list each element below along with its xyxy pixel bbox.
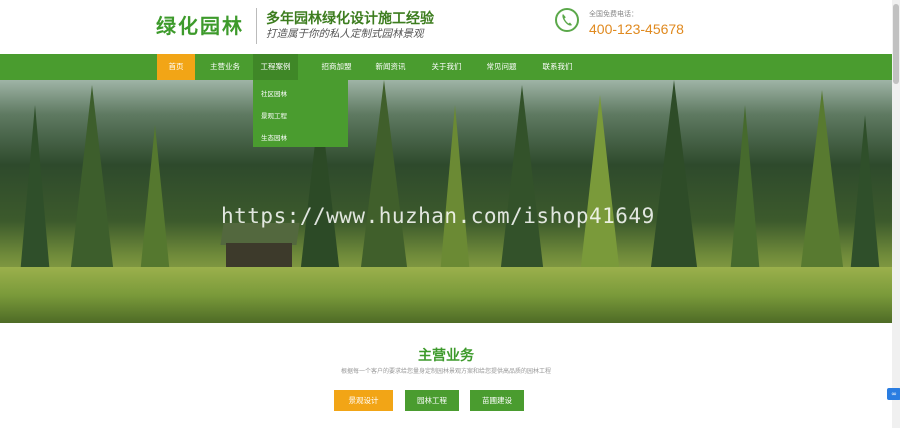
banner-tree	[70, 85, 114, 275]
nav-item-contact[interactable]: 联系我们	[535, 54, 580, 80]
slogan-main: 多年园林绿化设计施工经验	[266, 11, 434, 27]
banner-tree	[360, 80, 408, 275]
header-divider	[256, 8, 257, 44]
nav-item-business[interactable]: 主营业务	[202, 54, 248, 80]
dropdown-item-community[interactable]: 社区园林	[261, 88, 287, 98]
nav-dropdown-cases: 社区园林 景观工程 生态园林	[253, 80, 348, 147]
banner-cabin	[220, 223, 300, 273]
banner-tree	[800, 90, 844, 275]
main-nav: 首页 主营业务 工程案例 招商加盟 新闻资讯 关于我们 常见问题 联系我们	[0, 54, 892, 80]
tab-garden-engineering[interactable]: 园林工程	[405, 390, 459, 411]
section-description: 根据每一个客户的要求给您量身定制园林景观方案和给您提供高品质的园林工程	[340, 368, 551, 375]
hero-banner: https://www.huzhan.com/ishop41649	[0, 80, 892, 323]
dropdown-item-landscape[interactable]: 景观工程	[261, 110, 287, 120]
scrollbar-thumb[interactable]	[893, 4, 899, 84]
phone-icon	[555, 8, 579, 32]
nav-item-home[interactable]: 首页	[157, 54, 195, 80]
nav-item-faq[interactable]: 常见问题	[479, 54, 524, 80]
banner-tree	[140, 125, 170, 275]
slogan-sub: 打造属于你的私人定制式园林景观	[266, 28, 424, 40]
nav-item-franchise[interactable]: 招商加盟	[314, 54, 359, 80]
banner-tree	[500, 85, 544, 275]
banner-tree	[20, 105, 50, 275]
nav-item-news[interactable]: 新闻资讯	[368, 54, 413, 80]
site-header: 绿化园林 多年园林绿化设计施工经验 打造属于你的私人定制式园林景观 全国免费电话…	[0, 0, 892, 54]
banner-tree	[850, 115, 880, 275]
banner-tree	[650, 80, 698, 275]
tab-landscape-design[interactable]: 景观设计	[334, 390, 393, 411]
banner-tree	[580, 95, 620, 275]
site-logo[interactable]: 绿化园林	[156, 10, 244, 39]
dropdown-item-ecology[interactable]: 生态园林	[261, 132, 287, 142]
phone-label: 全国免费电话：	[589, 10, 638, 18]
side-widget-icon[interactable]: ∞	[887, 388, 900, 400]
page-scrollbar[interactable]	[892, 0, 900, 428]
banner-watermark: https://www.huzhan.com/ishop41649	[221, 204, 655, 228]
section-title: 主营业务	[418, 348, 474, 364]
banner-tree	[730, 105, 760, 275]
tab-nursery[interactable]: 苗圃建设	[470, 390, 524, 411]
banner-tree	[440, 105, 470, 275]
nav-item-cases[interactable]: 工程案例	[253, 54, 298, 80]
phone-number: 400-123-45678	[589, 21, 684, 37]
banner-meadow	[0, 267, 892, 323]
nav-item-about[interactable]: 关于我们	[424, 54, 469, 80]
